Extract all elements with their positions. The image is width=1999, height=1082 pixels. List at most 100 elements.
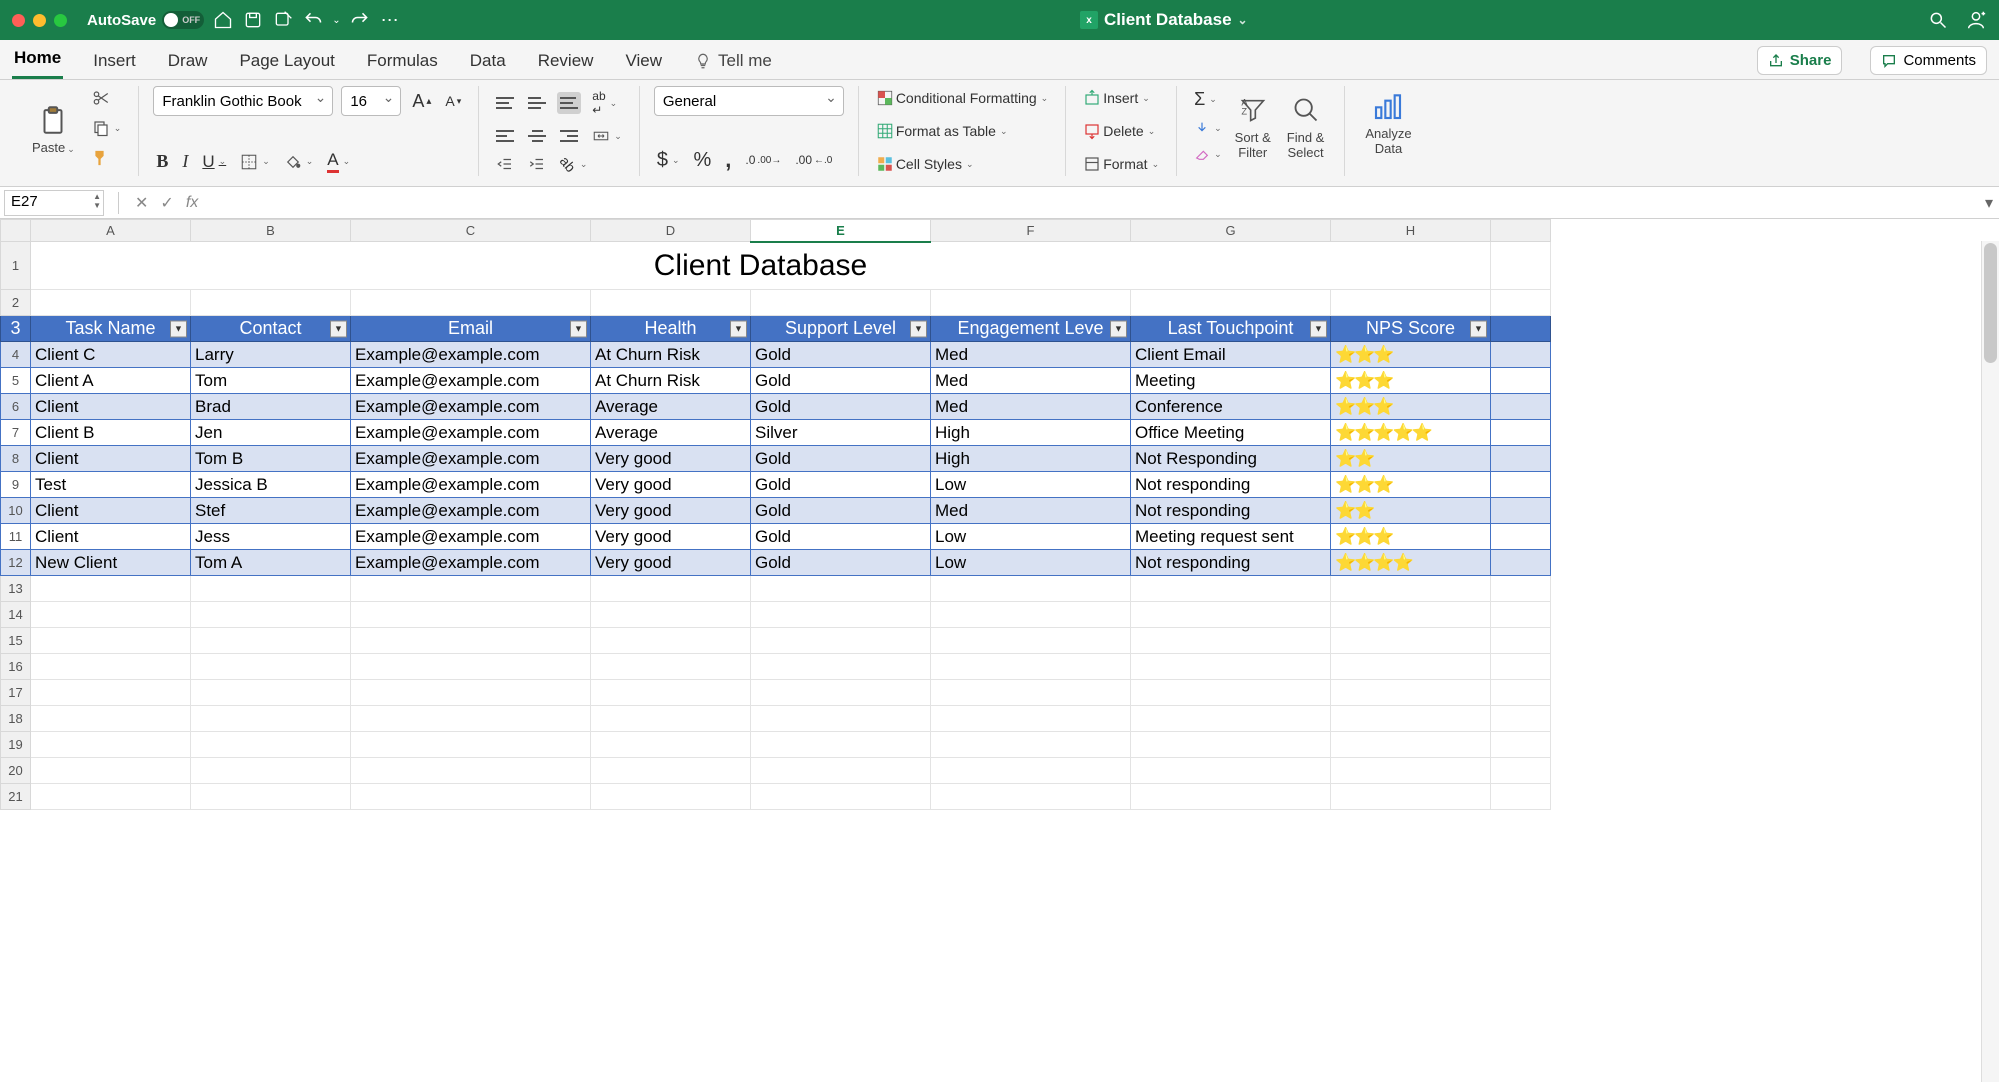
cell-G4[interactable]: Client Email	[1131, 342, 1331, 368]
cell-H12[interactable]: ⭐⭐⭐⭐	[1331, 550, 1491, 576]
cell-G7[interactable]: Office Meeting	[1131, 420, 1331, 446]
increase-font-button[interactable]: A▴	[409, 88, 434, 115]
minimize-window-button[interactable]	[33, 14, 46, 27]
cell-D19[interactable]	[591, 732, 751, 758]
cell-C14[interactable]	[351, 602, 591, 628]
cell-B9[interactable]: Jessica B	[191, 472, 351, 498]
cell-E11[interactable]: Gold	[751, 524, 931, 550]
currency-button[interactable]: $⌄	[654, 146, 683, 175]
tab-data[interactable]: Data	[468, 43, 508, 79]
cell-E9[interactable]: Gold	[751, 472, 931, 498]
cell-H6[interactable]: ⭐⭐⭐	[1331, 394, 1491, 420]
cell-A11[interactable]: Client	[31, 524, 191, 550]
cell-A15[interactable]	[31, 628, 191, 654]
comma-button[interactable]: ,	[722, 144, 734, 176]
cell-H11[interactable]: ⭐⭐⭐	[1331, 524, 1491, 550]
cell-G21[interactable]	[1131, 784, 1331, 810]
sort-filter-button[interactable]: AZ Sort & Filter	[1229, 90, 1277, 162]
align-top-button[interactable]	[493, 92, 517, 114]
align-bottom-button[interactable]	[557, 92, 581, 114]
undo-icon[interactable]	[302, 9, 324, 31]
table-header-4[interactable]: Support Level▼	[751, 316, 931, 342]
find-select-button[interactable]: Find & Select	[1281, 90, 1331, 162]
row-header-21[interactable]: 21	[1, 784, 31, 810]
cell-E5[interactable]: Gold	[751, 368, 931, 394]
col-header-H[interactable]: H	[1331, 220, 1491, 242]
cell-H21[interactable]	[1331, 784, 1491, 810]
col-header-C[interactable]: C	[351, 220, 591, 242]
cell-B19[interactable]	[191, 732, 351, 758]
cell-C13[interactable]	[351, 576, 591, 602]
cut-button[interactable]	[89, 86, 125, 110]
conditional-formatting-button[interactable]: Conditional Formatting⌄	[873, 86, 1051, 110]
cell-C7[interactable]: Example@example.com	[351, 420, 591, 446]
cell-C5[interactable]: Example@example.com	[351, 368, 591, 394]
cell-A18[interactable]	[31, 706, 191, 732]
cell-G11[interactable]: Meeting request sent	[1131, 524, 1331, 550]
row-header-20[interactable]: 20	[1, 758, 31, 784]
cell-B17[interactable]	[191, 680, 351, 706]
cell-D15[interactable]	[591, 628, 751, 654]
clear-button[interactable]: ⌄	[1191, 143, 1225, 165]
cell-F7[interactable]: High	[931, 420, 1131, 446]
save-as-icon[interactable]	[272, 9, 294, 31]
cell-D7[interactable]: Average	[591, 420, 751, 446]
wrap-text-button[interactable]: ab↵⌄	[589, 86, 620, 120]
paste-button[interactable]: Paste⌄	[26, 100, 81, 157]
fx-icon[interactable]: fx	[186, 194, 198, 212]
cell-G20[interactable]	[1131, 758, 1331, 784]
table-header-1[interactable]: Contact▼	[191, 316, 351, 342]
cell-F5[interactable]: Med	[931, 368, 1131, 394]
tab-draw[interactable]: Draw	[166, 43, 210, 79]
cell-A10[interactable]: Client	[31, 498, 191, 524]
percent-button[interactable]: %	[690, 146, 714, 175]
row-header-17[interactable]: 17	[1, 680, 31, 706]
cell-H15[interactable]	[1331, 628, 1491, 654]
row-header-8[interactable]: 8	[1, 446, 31, 472]
cell-A5[interactable]: Client A	[31, 368, 191, 394]
cell-D12[interactable]: Very good	[591, 550, 751, 576]
borders-button[interactable]: ⌄	[237, 150, 273, 174]
cell-F12[interactable]: Low	[931, 550, 1131, 576]
cell[interactable]	[931, 290, 1131, 316]
cell-B10[interactable]: Stef	[191, 498, 351, 524]
insert-cells-button[interactable]: Insert⌄	[1080, 86, 1162, 110]
cell-F19[interactable]	[931, 732, 1131, 758]
font-size-select[interactable]: 16	[341, 86, 401, 116]
table-header-6[interactable]: Last Touchpoint▼	[1131, 316, 1331, 342]
table-title[interactable]: Client Database	[31, 242, 1491, 290]
cell-E13[interactable]	[751, 576, 931, 602]
cell-C17[interactable]	[351, 680, 591, 706]
table-header-0[interactable]: Task Name▼	[31, 316, 191, 342]
cell-D16[interactable]	[591, 654, 751, 680]
cell-B18[interactable]	[191, 706, 351, 732]
cell-H10[interactable]: ⭐⭐	[1331, 498, 1491, 524]
decrease-font-button[interactable]: A▾	[442, 90, 464, 112]
analyze-data-button[interactable]: Analyze Data	[1359, 86, 1417, 158]
align-left-button[interactable]	[493, 125, 517, 147]
cell-B4[interactable]: Larry	[191, 342, 351, 368]
cell-A19[interactable]	[31, 732, 191, 758]
font-name-select[interactable]: Franklin Gothic Book	[153, 86, 333, 116]
filter-button[interactable]: ▼	[1110, 320, 1127, 337]
cell-F4[interactable]: Med	[931, 342, 1131, 368]
cell-C19[interactable]	[351, 732, 591, 758]
cell[interactable]	[591, 290, 751, 316]
cell-A9[interactable]: Test	[31, 472, 191, 498]
cell-C9[interactable]: Example@example.com	[351, 472, 591, 498]
cell-G14[interactable]	[1131, 602, 1331, 628]
save-icon[interactable]	[242, 9, 264, 31]
table-header-3[interactable]: Health▼	[591, 316, 751, 342]
format-cells-button[interactable]: Format⌄	[1080, 152, 1162, 176]
cell-H9[interactable]: ⭐⭐⭐	[1331, 472, 1491, 498]
cell[interactable]	[351, 290, 591, 316]
orientation-button[interactable]: ab⌄	[557, 153, 590, 175]
cell[interactable]	[1131, 290, 1331, 316]
cell-C11[interactable]: Example@example.com	[351, 524, 591, 550]
row-header-12[interactable]: 12	[1, 550, 31, 576]
filter-button[interactable]: ▼	[1310, 320, 1327, 337]
undo-dropdown[interactable]: ⌄	[332, 15, 340, 26]
cell-B8[interactable]: Tom B	[191, 446, 351, 472]
collapse-formula-bar[interactable]: ▾	[1979, 193, 1999, 213]
cell-C15[interactable]	[351, 628, 591, 654]
